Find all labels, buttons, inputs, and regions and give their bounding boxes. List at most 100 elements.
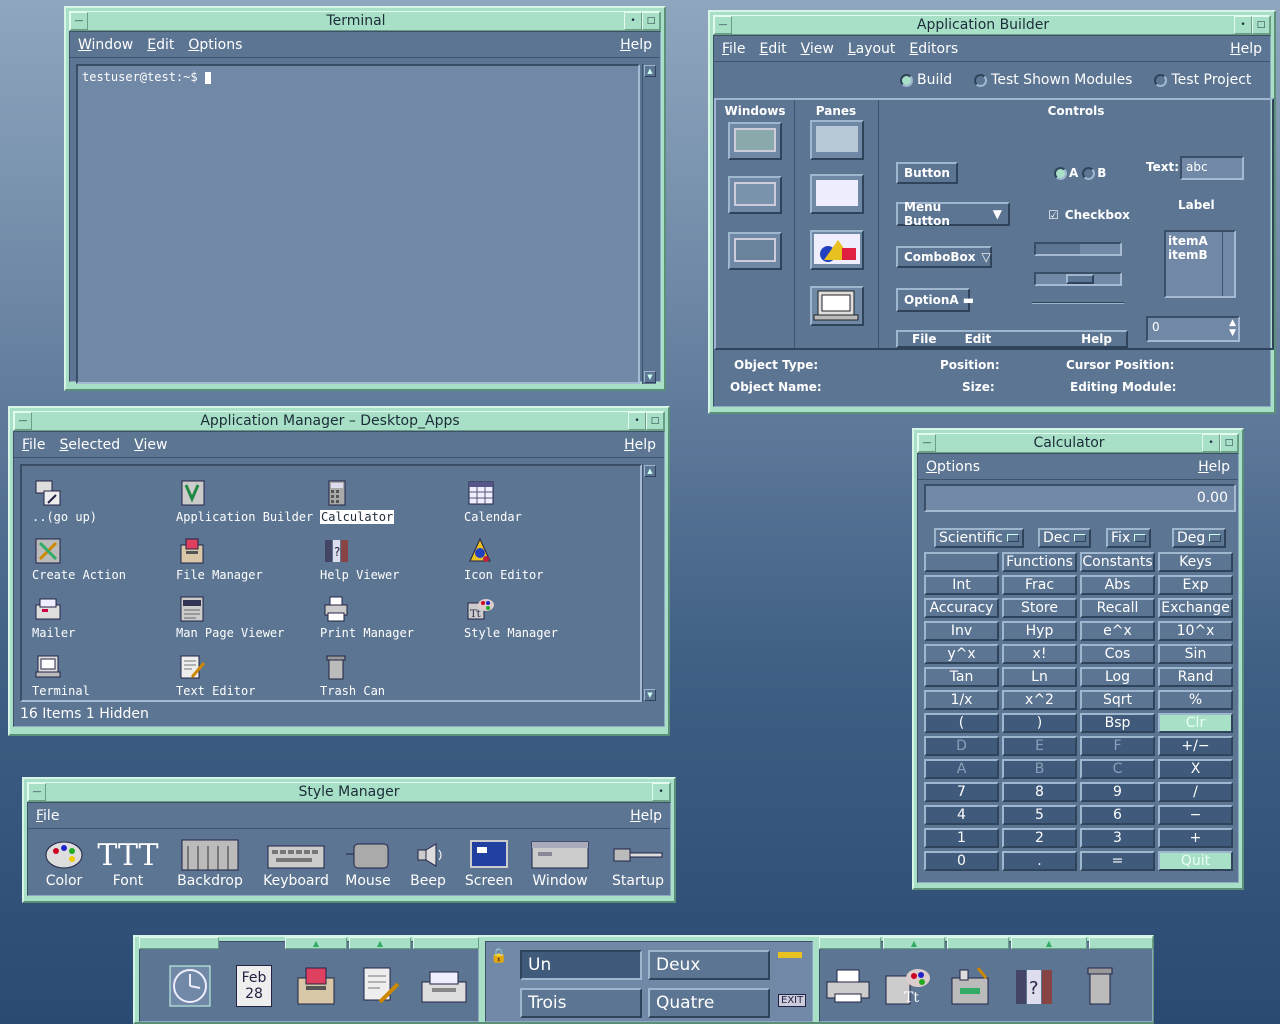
menu-file[interactable]: File: [22, 437, 45, 453]
app-icon-man-page-viewer[interactable]: Man Page Viewer: [170, 594, 310, 650]
mode-select[interactable]: Scientific: [934, 528, 1024, 548]
style-window-button[interactable]: Window: [524, 837, 596, 897]
calc-key[interactable]: Exp: [1158, 575, 1233, 595]
calc-key[interactable]: 2: [1002, 828, 1077, 848]
calc-key[interactable]: 9: [1080, 782, 1155, 802]
custom-dialog-tile[interactable]: [728, 176, 782, 214]
trig-select[interactable]: Deg: [1172, 528, 1227, 548]
calc-key[interactable]: Exchange: [1158, 598, 1233, 618]
workspace-trois[interactable]: Trois: [520, 988, 642, 1018]
calc-key[interactable]: 1/x: [924, 690, 999, 710]
help-manager-icon[interactable]: ?: [1009, 961, 1059, 1011]
calc-key[interactable]: Int: [924, 575, 999, 595]
text-field-control[interactable]: abc: [1180, 156, 1244, 180]
button-control[interactable]: Button: [896, 162, 958, 184]
menu-view[interactable]: View: [801, 41, 834, 57]
app-icon-create-action[interactable]: Create Action: [26, 536, 166, 592]
mailer-icon[interactable]: [419, 961, 469, 1011]
clock-icon[interactable]: [165, 961, 215, 1011]
calc-key[interactable]: 7: [924, 782, 999, 802]
slider-control[interactable]: [1034, 272, 1122, 286]
calc-key[interactable]: +: [1158, 828, 1233, 848]
app-manager-scrollbar[interactable]: ▲ ▼: [642, 464, 656, 702]
notation-select[interactable]: Fix: [1106, 528, 1152, 548]
text-editor-icon[interactable]: [355, 961, 405, 1011]
term-pane-tile[interactable]: [810, 286, 864, 326]
terminal-titlebar[interactable]: — Terminal • □: [69, 11, 661, 31]
window-menu-button[interactable]: —: [28, 783, 46, 801]
terminal-scrollbar[interactable]: ▲ ▼: [642, 64, 656, 384]
style-screen-button[interactable]: Screen: [453, 837, 525, 897]
calc-key[interactable]: Functions: [1002, 552, 1077, 572]
maximize-button[interactable]: □: [646, 412, 664, 430]
calc-key[interactable]: Frac: [1002, 575, 1077, 595]
calc-key[interactable]: =: [1080, 851, 1155, 871]
workspace-un[interactable]: Un: [520, 950, 642, 980]
calc-key[interactable]: [924, 552, 999, 572]
main-window-tile[interactable]: [728, 122, 782, 160]
menu-file[interactable]: File: [36, 808, 59, 824]
window-menu-button[interactable]: —: [70, 12, 88, 30]
calc-key[interactable]: (: [924, 713, 999, 733]
subpanel-tab[interactable]: [819, 937, 881, 949]
app-icon-calendar[interactable]: Calendar: [458, 478, 598, 534]
exit-button[interactable]: EXIT: [778, 994, 807, 1007]
mode-test-shown-modules[interactable]: Test Shown Modules: [974, 72, 1132, 88]
scrolling-list-control[interactable]: itemA itemB: [1164, 230, 1236, 298]
calc-key[interactable]: X: [1158, 759, 1233, 779]
workspace-deux[interactable]: Deux: [648, 950, 770, 980]
app-builder-titlebar[interactable]: — Application Builder • □: [713, 15, 1271, 35]
calc-key[interactable]: Constants: [1080, 552, 1155, 572]
calc-key[interactable]: Keys: [1158, 552, 1233, 572]
drawing-pane-tile[interactable]: [810, 230, 864, 270]
style-color-button[interactable]: Color: [28, 837, 100, 897]
calc-key[interactable]: Rand: [1158, 667, 1233, 687]
trash-icon[interactable]: [1075, 961, 1125, 1011]
calc-key[interactable]: Store: [1002, 598, 1077, 618]
calc-key[interactable]: F: [1080, 736, 1155, 756]
app-icon-icon-editor[interactable]: Icon Editor: [458, 536, 598, 592]
menu-help[interactable]: Help: [630, 808, 662, 824]
app-icon-style-manager[interactable]: Tt Style Manager: [458, 594, 598, 650]
calc-key[interactable]: 1: [924, 828, 999, 848]
calc-key[interactable]: .: [1002, 851, 1077, 871]
calc-key[interactable]: Bsp: [1080, 713, 1155, 733]
menu-help[interactable]: Help: [1198, 459, 1230, 475]
scroll-up-icon[interactable]: ▲: [644, 465, 656, 477]
app-icon-text-editor[interactable]: Text Editor: [170, 652, 310, 708]
calc-key[interactable]: C: [1080, 759, 1155, 779]
minimize-button[interactable]: •: [628, 412, 646, 430]
scroll-up-icon[interactable]: ▲: [644, 65, 656, 77]
calc-key[interactable]: E: [1002, 736, 1077, 756]
calc-key[interactable]: 3: [1080, 828, 1155, 848]
subpanel-tab[interactable]: [139, 937, 219, 949]
file-manager-icon[interactable]: [291, 961, 341, 1011]
spin-arrows-icon[interactable]: ▲ ▼: [1229, 318, 1236, 338]
app-icon-file-manager[interactable]: File Manager: [170, 536, 310, 592]
calc-key[interactable]: Quit: [1158, 851, 1233, 871]
calc-key[interactable]: A: [924, 759, 999, 779]
maximize-button[interactable]: □: [642, 12, 660, 30]
workspace-quatre[interactable]: Quatre: [648, 988, 770, 1018]
window-menu-button[interactable]: —: [714, 16, 732, 34]
calc-key[interactable]: 8: [1002, 782, 1077, 802]
file-selection-tile[interactable]: [728, 232, 782, 270]
minimize-button[interactable]: •: [624, 12, 642, 30]
calc-key[interactable]: y^x: [924, 644, 999, 664]
app-icon-application-builder[interactable]: Application Builder: [170, 478, 313, 534]
calc-key[interactable]: ): [1002, 713, 1077, 733]
app-icon-calculator[interactable]: Calculator: [314, 478, 454, 534]
app-manager-titlebar[interactable]: — Application Manager – Desktop_Apps • □: [13, 411, 665, 431]
calendar-icon[interactable]: Feb 28: [229, 961, 279, 1011]
combobox-control[interactable]: ComboBox ▽: [896, 246, 992, 268]
app-manager-icon[interactable]: [945, 961, 995, 1011]
app-icon-print-manager[interactable]: Print Manager: [314, 594, 454, 650]
subpanel-tab[interactable]: [1089, 937, 1153, 949]
checkbox-control[interactable]: ☑ Checkbox: [1042, 208, 1136, 222]
calc-key[interactable]: 4: [924, 805, 999, 825]
calc-key[interactable]: /: [1158, 782, 1233, 802]
subpanel-tab[interactable]: ▲: [1011, 937, 1087, 949]
calc-key[interactable]: −: [1158, 805, 1233, 825]
menu-options[interactable]: Options: [188, 37, 242, 53]
menu-selected[interactable]: Selected: [59, 437, 120, 453]
